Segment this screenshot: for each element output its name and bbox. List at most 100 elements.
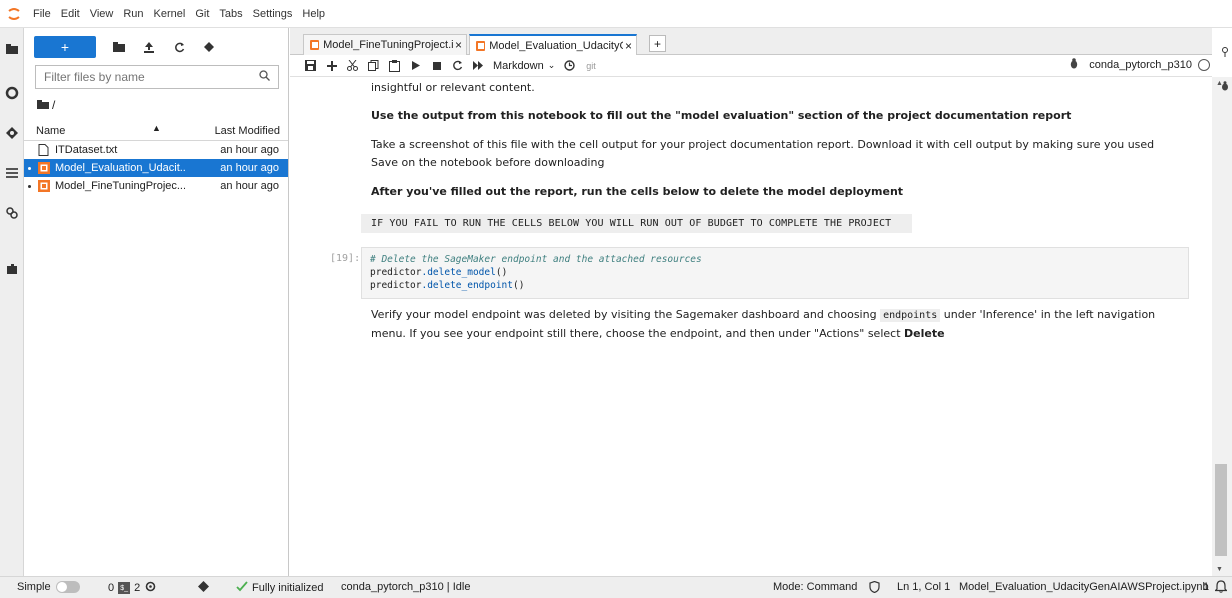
simple-mode-toggle[interactable]: Simple (17, 581, 80, 593)
file-modified: an hour ago (220, 180, 279, 192)
bell-icon[interactable] (1215, 580, 1227, 593)
notebook-panel: insightful or relevant content. Use the … (290, 77, 1212, 576)
debugger-icon[interactable] (1221, 80, 1229, 94)
folder-icon[interactable] (3, 40, 21, 58)
kernel-idle-icon (1198, 59, 1210, 71)
cursor-position[interactable]: Ln 1, Col 1 (897, 581, 950, 593)
new-folder-icon[interactable] (104, 36, 134, 58)
tab-finetuning-notebook[interactable]: Model_FineTuningProject.ipy × (303, 34, 467, 55)
scrollbar-thumb[interactable] (1215, 464, 1227, 556)
menu-bar: File Edit View Run Kernel Git Tabs Setti… (0, 0, 1232, 28)
upload-icon[interactable] (134, 36, 164, 58)
run-icon[interactable] (405, 56, 426, 76)
notebook-icon (476, 41, 486, 51)
file-name: Model_FineTuningProjec... (55, 180, 185, 192)
stop-icon[interactable] (426, 56, 447, 76)
menu-help[interactable]: Help (297, 8, 330, 20)
fast-forward-icon[interactable] (468, 56, 489, 76)
paste-icon[interactable] (384, 56, 405, 76)
lsp-check-icon (236, 581, 248, 595)
kernel-status[interactable]: conda_pytorch_p310 | Idle (341, 581, 470, 593)
toggle-switch[interactable] (55, 581, 80, 593)
debugger-bug-icon[interactable] (1069, 58, 1079, 72)
copy-icon[interactable] (363, 56, 384, 76)
code-comment: # Delete the SageMaker endpoint and the … (370, 254, 702, 265)
close-icon[interactable]: × (455, 38, 462, 52)
file-browser-toolbar: + (34, 35, 224, 59)
tab-label: Model_FineTuningProject.ipy (323, 39, 453, 51)
git-icon[interactable] (3, 124, 21, 142)
code-parens: () (513, 280, 525, 291)
notebook-toolbar: Markdown ⌄ git conda_pytorch_p310 (290, 55, 1212, 77)
column-header-name[interactable]: Name (36, 125, 65, 137)
status-bar: Simple 0 $_ 2 Fully initialized conda_py… (0, 576, 1232, 598)
file-modified: an hour ago (220, 144, 279, 156)
menu-view[interactable]: View (85, 8, 119, 20)
insert-cell-icon[interactable] (321, 56, 342, 76)
verify-bold: Delete (904, 327, 945, 340)
menu-kernel[interactable]: Kernel (149, 8, 191, 20)
file-row[interactable]: ITDataset.txt an hour ago (24, 141, 288, 159)
kernel-count: 2 (134, 582, 141, 594)
scroll-down-icon[interactable]: ▼ (1216, 566, 1223, 573)
breadcrumb-root[interactable]: / (52, 98, 55, 112)
kernel-area: conda_pytorch_p310 (1069, 58, 1210, 72)
property-inspector-icon[interactable] (3, 204, 21, 222)
new-tab-button[interactable]: + (649, 35, 666, 52)
restart-icon[interactable] (447, 56, 468, 76)
running-terminals[interactable]: 0 $_ 2 (108, 581, 156, 595)
code-variable: predictor (370, 267, 422, 278)
activity-bar (0, 28, 24, 576)
right-sidebar (1220, 28, 1232, 91)
text-file-icon (38, 144, 50, 156)
property-inspector-icon[interactable] (1221, 46, 1229, 60)
tab-evaluation-notebook[interactable]: Model_Evaluation_UdacityGe × (469, 34, 637, 56)
markdown-paragraph: insightful or relevant content. (371, 81, 535, 94)
notebook-scrollbar[interactable]: ▲ ▼ (1212, 77, 1232, 576)
menu-git[interactable]: Git (190, 8, 214, 20)
notebook-file-icon (38, 162, 50, 174)
menu-edit[interactable]: Edit (56, 8, 85, 20)
lsp-status-text: Fully initialized (252, 582, 324, 594)
cell-type-dropdown[interactable]: Markdown ⌄ (493, 60, 555, 72)
menu-file[interactable]: File (28, 8, 56, 20)
markdown-heading: Use the output from this notebook to fil… (371, 109, 1072, 122)
markdown-code-block: IF YOU FAIL TO RUN THE CELLS BELOW YOU W… (361, 214, 912, 233)
lsp-status[interactable]: Fully initialized (236, 581, 324, 595)
cut-icon[interactable] (342, 56, 363, 76)
clock-icon[interactable] (559, 56, 580, 76)
trust-shield-icon[interactable] (869, 581, 880, 593)
markdown-paragraph: Take a screenshot of this file with the … (371, 138, 1155, 169)
extension-manager-icon[interactable] (3, 260, 21, 278)
code-line: predictor.delete_model() (370, 266, 1180, 279)
terminal-icon: $_ (118, 582, 131, 594)
git-clone-icon[interactable] (194, 36, 224, 58)
menu-run[interactable]: Run (118, 8, 148, 20)
menu-settings[interactable]: Settings (248, 8, 298, 20)
table-of-contents-icon[interactable] (3, 164, 21, 182)
save-icon[interactable] (300, 56, 321, 76)
column-header-last-modified[interactable]: Last Modified (215, 125, 280, 137)
menu-tabs[interactable]: Tabs (214, 8, 247, 20)
code-cell[interactable]: # Delete the SageMaker endpoint and the … (361, 247, 1189, 299)
git-status-icon[interactable] (198, 581, 209, 592)
verify-text-1: Verify your model endpoint was deleted b… (371, 308, 881, 321)
git-diff-button[interactable]: git (586, 61, 596, 71)
file-modified: an hour ago (220, 162, 279, 174)
code-method: .delete_model (421, 267, 496, 278)
breadcrumb-folder-icon[interactable] (37, 98, 49, 112)
refresh-icon[interactable] (164, 36, 194, 58)
running-kernels-icon[interactable] (3, 84, 21, 102)
close-icon[interactable]: × (625, 39, 632, 53)
notebook-icon (310, 40, 320, 50)
filter-files-box (35, 65, 279, 89)
notebook-file-icon (38, 180, 50, 192)
sort-ascending-icon: ▲ (152, 123, 161, 133)
file-row-selected[interactable]: Model_Evaluation_Udacit... an hour ago (24, 159, 288, 177)
filter-files-input[interactable] (44, 70, 259, 84)
new-launcher-button[interactable]: + (34, 36, 96, 58)
file-row[interactable]: Model_FineTuningProjec... an hour ago (24, 177, 288, 195)
file-list-header: Name ▲ Last Modified (24, 121, 288, 141)
tab-label: Model_Evaluation_UdacityGe (489, 40, 623, 52)
kernel-name-button[interactable]: conda_pytorch_p310 (1089, 59, 1192, 71)
